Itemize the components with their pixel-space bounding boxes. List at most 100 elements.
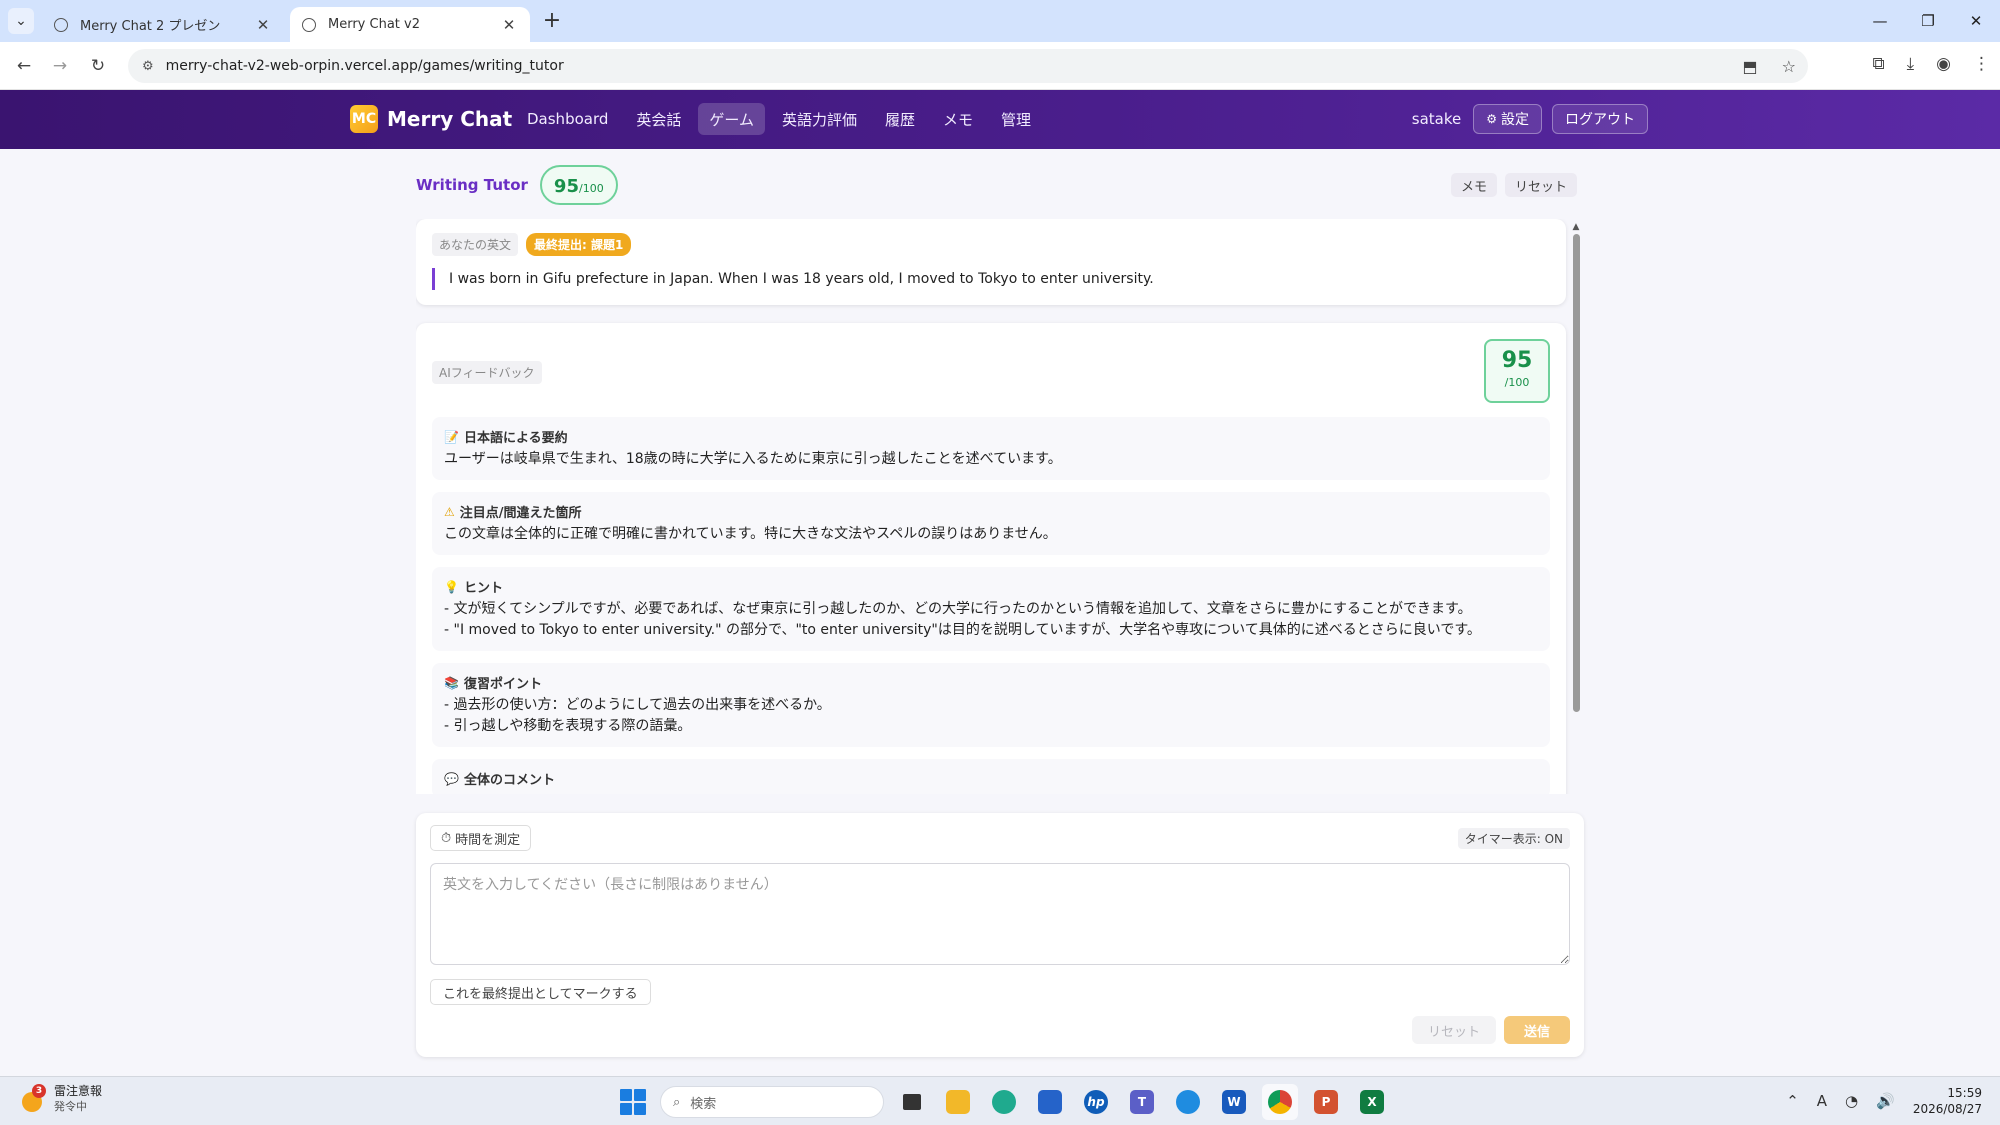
install-app-icon[interactable]: ⬒	[1743, 57, 1758, 76]
scroll-up-arrow-icon[interactable]: ▲	[1570, 222, 1582, 232]
new-tab-plus-icon[interactable]: +	[540, 8, 564, 33]
timer-status-badge[interactable]: タイマー表示: ON	[1457, 828, 1570, 849]
tab-search-icon[interactable]: ⌄	[8, 8, 34, 34]
lightbulb-icon: 💡	[444, 579, 459, 594]
browser-tab-merry-chat[interactable]: Merry Chat v2 ✕	[290, 7, 530, 42]
teams-icon[interactable]: T	[1124, 1084, 1160, 1120]
sync-app-icon[interactable]	[1170, 1084, 1206, 1120]
nav-history[interactable]: 履歴	[874, 103, 926, 135]
system-clock[interactable]: 15:59 2026/08/27	[1913, 1085, 1982, 1117]
stopwatch-icon: ⏱	[441, 830, 452, 846]
score-value: 95	[553, 176, 579, 197]
books-icon: 📚	[444, 675, 459, 690]
section-text: - 文が短くてシンプルですが、必要であれば、なぜ東京に引っ越したのか、どの大学に…	[444, 601, 1472, 617]
section-title: 注目点/間違えた箇所	[459, 506, 582, 521]
download-icon[interactable]: ⤓	[1907, 54, 1915, 74]
close-icon[interactable]: ✕	[254, 16, 272, 34]
site-info-icon[interactable]: ⚙	[142, 59, 154, 74]
word-icon[interactable]: W	[1216, 1084, 1252, 1120]
merry-chat-logo[interactable]: MC	[350, 105, 378, 133]
gear-icon: ⚙	[1486, 112, 1497, 126]
nav-conversation[interactable]: 英会話	[625, 103, 692, 135]
browser-tab-presentation[interactable]: Merry Chat 2 プレゼン ✕	[42, 7, 284, 42]
summary-section: 📝 日本語による要約 ユーザーは岐阜県で生まれ、18歳の時に大学に入るために東京に…	[432, 417, 1550, 480]
game-header: Writing Tutor 95 /100	[416, 165, 618, 205]
logout-button[interactable]: ログアウト	[1552, 104, 1648, 134]
section-title: 復習ポイント	[463, 677, 542, 692]
feedback-card: AIフィードバック 95 /100 📝 日本語による要約 ユーザーは岐阜県で生まれ…	[416, 323, 1566, 794]
reload-icon[interactable]: ↻	[86, 54, 110, 78]
mark-final-button[interactable]: これを最終提出としてマークする	[430, 979, 651, 1005]
store-icon[interactable]	[1032, 1084, 1068, 1120]
nav-games[interactable]: ゲーム	[698, 103, 765, 135]
search-icon: ⌕	[673, 1094, 681, 1110]
reset-game-button[interactable]: リセット	[1505, 173, 1578, 197]
results-scroll-area[interactable]: あなたの英文 最終提出: 課題1 I was born in Gifu pref…	[416, 219, 1578, 794]
tab-title: Merry Chat 2 プレゼン	[80, 19, 221, 34]
taskbar-search[interactable]: ⌕ 検索	[660, 1086, 884, 1118]
file-explorer-icon[interactable]	[940, 1084, 976, 1120]
edge-browser-icon[interactable]	[986, 1084, 1022, 1120]
settings-label: 設定	[1501, 112, 1529, 128]
globe-icon	[54, 17, 68, 32]
section-title: 全体のコメント	[463, 773, 555, 788]
forward-arrow-icon[interactable]: →	[48, 54, 72, 78]
minimize-icon[interactable]: —	[1856, 0, 1904, 42]
page-content: Writing Tutor 95 /100 メモ リセット あなたの英文 最終提…	[0, 149, 2000, 1076]
nav-admin[interactable]: 管理	[990, 103, 1042, 135]
section-text: - 引っ越しや移動を表現する際の語彙。	[444, 718, 692, 734]
close-window-icon[interactable]: ✕	[1952, 0, 2000, 42]
speech-icon: 💬	[444, 771, 459, 786]
nav-english-assessment[interactable]: 英語力評価	[771, 103, 868, 135]
close-icon[interactable]: ✕	[500, 16, 518, 34]
excel-icon[interactable]: X	[1354, 1084, 1390, 1120]
clock-sync-icon[interactable]: ◔	[1845, 1092, 1858, 1110]
issues-section: ⚠ 注目点/間違えた箇所 この文章は全体的に正確で明確に書かれています。特に大きな…	[432, 492, 1550, 555]
section-text: - 過去形の使い方：どのようにして過去の出来事を述べるか。	[444, 697, 831, 713]
chrome-icon[interactable]	[1262, 1084, 1298, 1120]
feedback-score-value: 95	[1501, 348, 1533, 373]
timer-button[interactable]: ⏱ 時間を測定	[430, 825, 532, 851]
weather-alert-badge: 3	[32, 1084, 46, 1098]
brand-name[interactable]: Merry Chat	[387, 107, 512, 131]
bookmark-star-icon[interactable]: ☆	[1782, 57, 1796, 76]
reset-input-button[interactable]: リセット	[1412, 1016, 1496, 1044]
essay-text: I was born in Gifu prefecture in Japan. …	[432, 268, 1550, 290]
section-text: - "I moved to Tokyo to enter university.…	[444, 622, 1481, 638]
section-title: 日本語による要約	[463, 431, 568, 446]
restore-icon[interactable]: ❐	[1904, 0, 1952, 42]
scrollbar[interactable]: ▲	[1570, 222, 1582, 800]
weather-widget[interactable]: 3 雷注意報 発令中	[20, 1084, 102, 1114]
app-navbar: MC Merry Chat Dashboard 英会話 ゲーム 英語力評価 履歴…	[0, 90, 2000, 149]
final-submission-badge: 最終提出: 課題1	[526, 233, 632, 256]
main-nav: Dashboard 英会話 ゲーム 英語力評価 履歴 メモ 管理	[516, 103, 1042, 135]
window-controls: — ❐ ✕	[1856, 0, 2000, 42]
nav-dashboard[interactable]: Dashboard	[516, 103, 619, 135]
nav-memo[interactable]: メモ	[932, 103, 984, 135]
chevron-up-icon[interactable]: ⌃	[1786, 1092, 1799, 1110]
profile-icon[interactable]: ◉	[1936, 54, 1951, 74]
feedback-label: AIフィードバック	[432, 361, 542, 384]
send-button[interactable]: 送信	[1504, 1016, 1570, 1044]
memo-button[interactable]: メモ	[1451, 173, 1498, 197]
settings-button[interactable]: ⚙ 設定	[1473, 104, 1542, 134]
back-arrow-icon[interactable]: ←	[12, 54, 36, 78]
essay-card: あなたの英文 最終提出: 課題1 I was born in Gifu pref…	[416, 219, 1566, 305]
username: satake	[1411, 110, 1462, 128]
timer-label: 時間を測定	[455, 832, 521, 848]
taskbar-search-placeholder: 検索	[690, 1096, 717, 1112]
feedback-score-box: 95 /100	[1484, 339, 1550, 403]
windows-start-icon[interactable]	[616, 1085, 650, 1119]
task-view-icon[interactable]	[894, 1084, 930, 1120]
memo-icon: 📝	[444, 429, 459, 444]
scrollbar-thumb[interactable]	[1572, 234, 1580, 712]
hp-icon[interactable]: hp	[1078, 1084, 1114, 1120]
network-volume-icon[interactable]: 🔊	[1876, 1092, 1895, 1110]
url-text: merry-chat-v2-web-orpin.vercel.app/games…	[165, 58, 564, 74]
ime-icon[interactable]: A	[1817, 1092, 1827, 1110]
address-bar[interactable]: ⚙ merry-chat-v2-web-orpin.vercel.app/gam…	[128, 49, 1808, 83]
essay-input[interactable]	[430, 863, 1570, 965]
menu-kebab-icon[interactable]: ⋮	[1973, 54, 1990, 74]
powerpoint-icon[interactable]: P	[1308, 1084, 1344, 1120]
extensions-icon[interactable]: ⧉	[1873, 54, 1885, 74]
